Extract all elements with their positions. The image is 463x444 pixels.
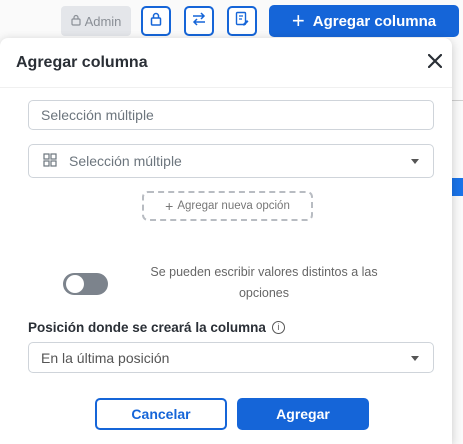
admin-badge[interactable]: Admin [61, 6, 131, 36]
info-icon[interactable]: i [271, 321, 285, 334]
swap-arrows-icon [191, 11, 207, 31]
title-divider [0, 87, 452, 88]
cancel-button[interactable]: Cancelar [95, 398, 227, 430]
chevron-down-icon [411, 159, 419, 164]
plus-icon: + [165, 198, 174, 214]
chevron-down-icon [411, 355, 419, 361]
document-edit-icon [235, 11, 249, 32]
free-values-label: Se pueden escribir valores distintos a l… [150, 265, 378, 300]
free-values-toggle[interactable] [63, 273, 108, 295]
column-name-input[interactable]: Selección múltiple [28, 100, 434, 130]
submit-button[interactable]: Agregar [237, 398, 369, 430]
position-select[interactable]: En la última posición [28, 342, 434, 373]
add-option-label: Agregar nueva opción [177, 200, 290, 212]
edit-document-button[interactable] [227, 6, 257, 36]
swap-button[interactable] [184, 6, 214, 36]
position-label: Posición donde se creará la columna i [28, 320, 285, 335]
add-column-modal: Agregar columna Selección múltiple Selec… [0, 38, 452, 444]
position-value: En la última posición [41, 349, 170, 366]
close-icon [427, 53, 443, 73]
column-name-placeholder: Selección múltiple [41, 107, 154, 123]
admin-label: Admin [84, 13, 122, 29]
add-option-button[interactable]: + Agregar nueva opción [142, 191, 313, 221]
add-column-label: Agregar columna [312, 12, 437, 30]
modal-title: Agregar columna [16, 54, 148, 71]
lock-icon [150, 12, 162, 31]
column-type-value: Selección múltiple [69, 153, 182, 169]
close-button[interactable] [424, 52, 446, 74]
background-row-highlight-right [452, 178, 463, 196]
column-type-select[interactable]: Selección múltiple [28, 144, 434, 178]
add-column-button[interactable]: + Agregar columna [269, 5, 459, 37]
position-label-text: Posición donde se creará la columna [28, 320, 266, 335]
toggle-knob [66, 275, 84, 293]
plus-icon: + [291, 8, 305, 33]
lock-button[interactable] [141, 6, 171, 36]
lock-icon [70, 14, 81, 29]
grid-icon [43, 152, 57, 170]
